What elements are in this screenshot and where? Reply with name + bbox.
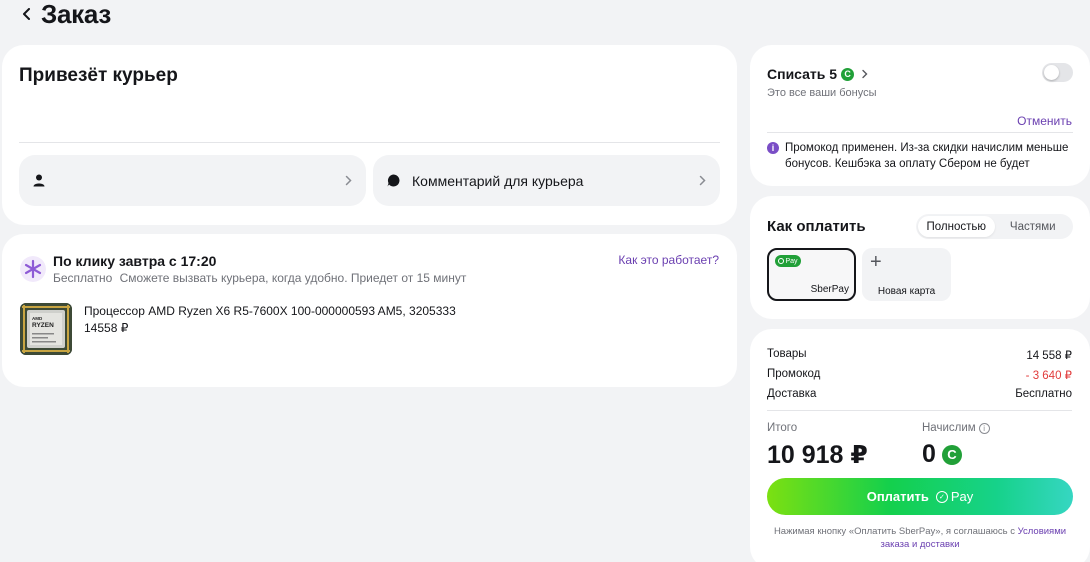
chevron-right-icon	[699, 175, 706, 186]
payment-method-card: Как оплатить Полностью Частями Pay SberP…	[750, 196, 1090, 319]
summary-row-value: Бесплатно	[1015, 388, 1072, 400]
cancel-promo-link[interactable]: Отменить	[1017, 114, 1072, 128]
payment-method-label: SberPay	[810, 284, 849, 295]
bonus-spend-label: Списать 5	[767, 66, 838, 82]
sberpay-badge-text: Pay	[785, 257, 798, 265]
delivery-slot-subtitle: Бесплатно Сможете вызвать курьера, когда…	[53, 271, 466, 285]
delivery-slot-title: По клику завтра с 17:20	[53, 253, 217, 269]
sberpay-badge: Pay	[775, 255, 801, 267]
shipment-card: По клику завтра с 17:20 Бесплатно Сможет…	[2, 234, 737, 387]
total-value: 10 918 ₽	[767, 440, 868, 470]
divider	[767, 410, 1072, 411]
delivery-description: Сможете вызвать курьера, когда удобно. П…	[119, 271, 467, 285]
divider	[767, 132, 1073, 133]
bonus-toggle[interactable]	[1042, 63, 1073, 82]
bonus-subtitle: Это все ваши бонусы	[767, 87, 877, 99]
plus-icon: +	[870, 251, 882, 273]
how-it-works-link[interactable]: Как это работает?	[618, 253, 719, 267]
tab-full-payment[interactable]: Полностью	[918, 216, 995, 237]
summary-row-value: - 3 640 ₽	[1025, 370, 1072, 382]
back-arrow-icon[interactable]	[17, 3, 37, 25]
product-price: 14558 ₽	[84, 321, 129, 335]
bonus-card: Списать 5 С Это все ваши бонусы Отменить…	[750, 45, 1090, 186]
info-icon[interactable]: i	[978, 422, 990, 434]
total-label-text: Итого	[767, 422, 798, 434]
info-icon: i	[767, 142, 779, 154]
summary-row-label: Товары	[767, 348, 807, 360]
sber-bonus-icon: С	[941, 444, 962, 465]
chevron-right-icon	[345, 175, 352, 186]
payment-method-sberpay[interactable]: Pay SberPay	[767, 248, 856, 301]
page-header: Заказ	[17, 0, 111, 28]
sber-bonus-icon: С	[841, 67, 855, 81]
bonus-accrual-value-text: 0	[922, 440, 936, 468]
payment-title: Как оплатить	[767, 218, 866, 235]
bonus-accrual-label-text: Начислим	[922, 422, 976, 434]
express-delivery-icon	[20, 256, 46, 282]
summary-row: Промокод - 3 640 ₽	[767, 368, 1072, 382]
pay-button[interactable]: Оплатить ✓ Pay	[767, 478, 1073, 515]
divider	[19, 142, 720, 143]
payment-method-label: Новая карта	[877, 286, 936, 297]
sberpay-mark-text: Pay	[950, 489, 974, 504]
summary-row: Доставка Бесплатно	[767, 388, 1072, 400]
sberpay-mark: ✓ Pay	[935, 489, 974, 504]
summary-row-label: Промокод	[767, 368, 821, 380]
tab-installments[interactable]: Частями	[995, 216, 1072, 237]
product-image[interactable]: AMD RYZEN	[20, 303, 72, 355]
payment-mode-switch: Полностью Частями	[916, 214, 1073, 239]
delivery-price: Бесплатно	[53, 271, 113, 285]
product-name[interactable]: Процессор AMD Ryzen X6 R5-7600X 100-0000…	[84, 304, 456, 318]
promo-info-text: Промокод применен. Из-за скидки начислим…	[785, 142, 1069, 170]
legal-notice: Нажимая кнопку «Оплатить SberPay», я сог…	[767, 525, 1073, 551]
bonus-accrual-label: Начислим i	[922, 422, 990, 434]
total-label: Итого	[767, 422, 797, 434]
delivery-title: Привезёт курьер	[19, 65, 178, 86]
summary-row: Товары 14 558 ₽	[767, 348, 1072, 362]
total-value-text: 10 918 ₽	[767, 441, 868, 469]
delivery-card: Привезёт курьер Комментарий для курьера	[2, 45, 737, 225]
recipient-button[interactable]	[19, 155, 366, 206]
svg-text:AMD: AMD	[32, 316, 43, 321]
chat-bubble-icon	[387, 174, 400, 187]
check-circle-icon: ✓	[935, 490, 948, 503]
summary-row-value: 14 558 ₽	[1026, 350, 1072, 362]
courier-comment-button[interactable]: Комментарий для курьера	[373, 155, 720, 206]
chevron-right-icon	[862, 69, 868, 79]
bonus-accrual-value: 0 С	[922, 440, 962, 469]
pay-button-label: Оплатить	[866, 489, 929, 504]
page-title: Заказ	[41, 0, 111, 29]
bonus-spend-button[interactable]: Списать 5 С	[767, 66, 869, 82]
promo-info-message: i Промокод применен. Из-за скидки начисл…	[767, 140, 1077, 172]
payment-method-new-card[interactable]: + Новая карта	[862, 248, 951, 301]
courier-comment-label: Комментарий для курьера	[412, 172, 584, 189]
user-icon	[33, 174, 45, 187]
legal-text: Нажимая кнопку «Оплатить SberPay», я сог…	[773, 526, 1018, 537]
svg-text:RYZEN: RYZEN	[32, 322, 54, 329]
check-circle-icon	[778, 258, 785, 264]
order-summary-card: Товары 14 558 ₽ Промокод - 3 640 ₽ Доста…	[750, 329, 1090, 562]
summary-row-label: Доставка	[767, 388, 817, 400]
